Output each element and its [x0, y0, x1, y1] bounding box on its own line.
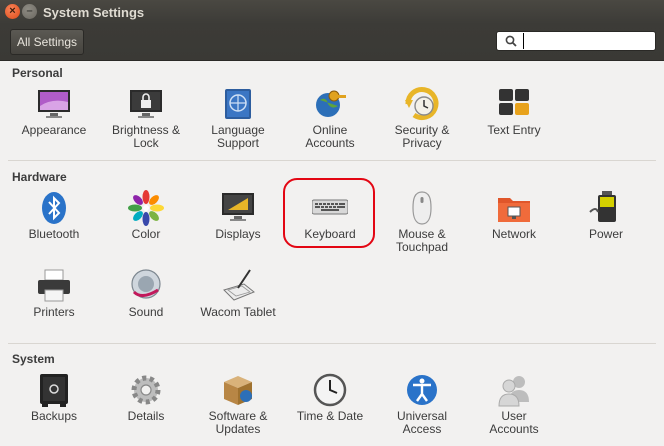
item-brightness-lock[interactable]: Brightness & Lock	[100, 86, 192, 152]
search-box[interactable]	[496, 31, 656, 51]
section-title-system: System	[12, 352, 55, 366]
item-label: Security & Privacy	[394, 123, 450, 150]
section-title-hardware: Hardware	[12, 170, 67, 184]
close-button[interactable]: ×	[5, 4, 20, 19]
item-language-support[interactable]: Language Support	[192, 86, 284, 152]
item-label: Backups	[30, 409, 78, 423]
close-icon: ×	[9, 5, 16, 17]
item-label: Printers	[33, 305, 75, 319]
tablet-icon	[223, 269, 255, 301]
battery-icon	[589, 191, 616, 222]
item-network[interactable]: Network	[468, 190, 560, 256]
item-user-accounts[interactable]: User Accounts	[468, 372, 560, 438]
item-label: Text Entry	[487, 123, 541, 137]
item-printers[interactable]: Printers	[8, 268, 100, 334]
toolbar: All Settings	[0, 24, 664, 61]
keyboard-highlight-annotation	[283, 178, 375, 248]
item-label: Software & Updates	[208, 409, 268, 436]
package-icon	[224, 376, 252, 405]
security-icon	[405, 87, 439, 120]
title-bar: × – System Settings	[0, 0, 664, 24]
display-icon	[222, 193, 254, 221]
item-label: Wacom Tablet	[200, 305, 276, 319]
window-title: System Settings	[43, 5, 145, 20]
item-label: Power	[588, 227, 623, 241]
gear-icon	[131, 375, 161, 405]
item-label: Appearance	[21, 123, 87, 137]
item-label: Details	[127, 409, 165, 423]
item-displays[interactable]: Displays	[192, 190, 284, 256]
users-icon	[498, 376, 529, 407]
language-icon	[225, 89, 251, 119]
item-label: Bluetooth	[28, 227, 80, 241]
item-software-updates[interactable]: Software & Updates	[192, 372, 284, 438]
item-label: User Accounts	[489, 409, 539, 436]
item-label: Brightness & Lock	[111, 123, 181, 150]
item-label: Time & Date	[296, 409, 364, 423]
item-time-date[interactable]: Time & Date	[284, 372, 376, 438]
text-entry-icon	[499, 89, 529, 115]
search-input[interactable]	[523, 33, 649, 49]
network-folder-icon	[498, 198, 530, 222]
minimize-button[interactable]: –	[22, 4, 37, 19]
printer-icon	[38, 269, 70, 302]
mouse-icon	[412, 191, 432, 225]
appearance-icon	[38, 90, 70, 118]
item-security-privacy[interactable]: Security & Privacy	[376, 86, 468, 152]
item-text-entry[interactable]: Text Entry	[468, 86, 560, 152]
item-label: Universal Access	[396, 409, 447, 436]
minimize-icon: –	[26, 5, 33, 17]
item-label: Sound	[128, 305, 164, 319]
item-online-accounts[interactable]: Online Accounts	[284, 86, 376, 152]
color-icon	[128, 190, 164, 226]
item-label: Online Accounts	[305, 123, 355, 150]
online-accounts-icon	[316, 90, 346, 117]
all-settings-button[interactable]: All Settings	[10, 29, 85, 55]
item-label: Network	[491, 227, 536, 241]
item-details[interactable]: Details	[100, 372, 192, 438]
item-backups[interactable]: Backups	[8, 372, 100, 438]
clock-icon	[313, 373, 347, 407]
search-icon	[505, 35, 517, 47]
item-appearance[interactable]: Appearance	[8, 86, 100, 152]
accessibility-icon	[407, 375, 437, 405]
item-power[interactable]: Power	[560, 190, 652, 256]
section-divider	[8, 160, 656, 161]
item-color[interactable]: Color	[100, 190, 192, 256]
item-wacom-tablet[interactable]: Wacom Tablet	[192, 268, 284, 334]
item-label: Color	[131, 227, 161, 241]
item-bluetooth[interactable]: Bluetooth	[8, 190, 100, 256]
item-sound[interactable]: Sound	[100, 268, 192, 334]
speaker-icon	[131, 269, 161, 299]
item-universal-access[interactable]: Universal Access	[376, 372, 468, 438]
item-label: Mouse & Touchpad	[395, 227, 449, 254]
section-title-personal: Personal	[12, 66, 63, 80]
safe-icon	[40, 374, 68, 407]
section-divider	[8, 343, 656, 344]
lock-screen-icon	[130, 90, 162, 118]
item-label: Language Support	[211, 123, 265, 150]
item-mouse-touchpad[interactable]: Mouse & Touchpad	[376, 190, 468, 256]
bluetooth-icon	[42, 192, 66, 224]
item-label: Displays	[215, 227, 261, 241]
